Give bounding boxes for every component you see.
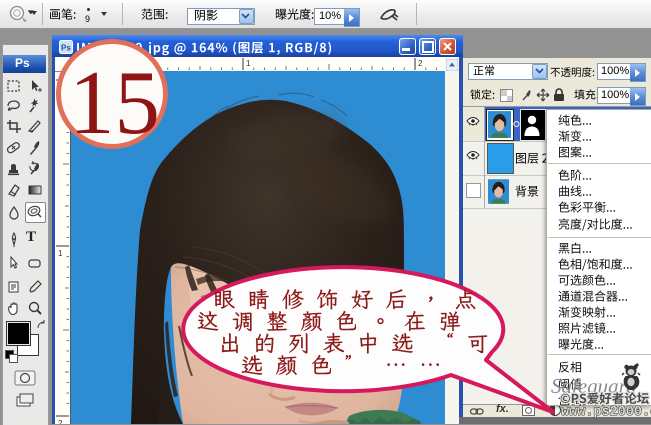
svg-text:1: 1 [246,59,251,68]
svg-text:2: 2 [58,419,63,424]
svg-text:1: 1 [58,249,63,258]
svg-text:2: 2 [418,59,423,68]
